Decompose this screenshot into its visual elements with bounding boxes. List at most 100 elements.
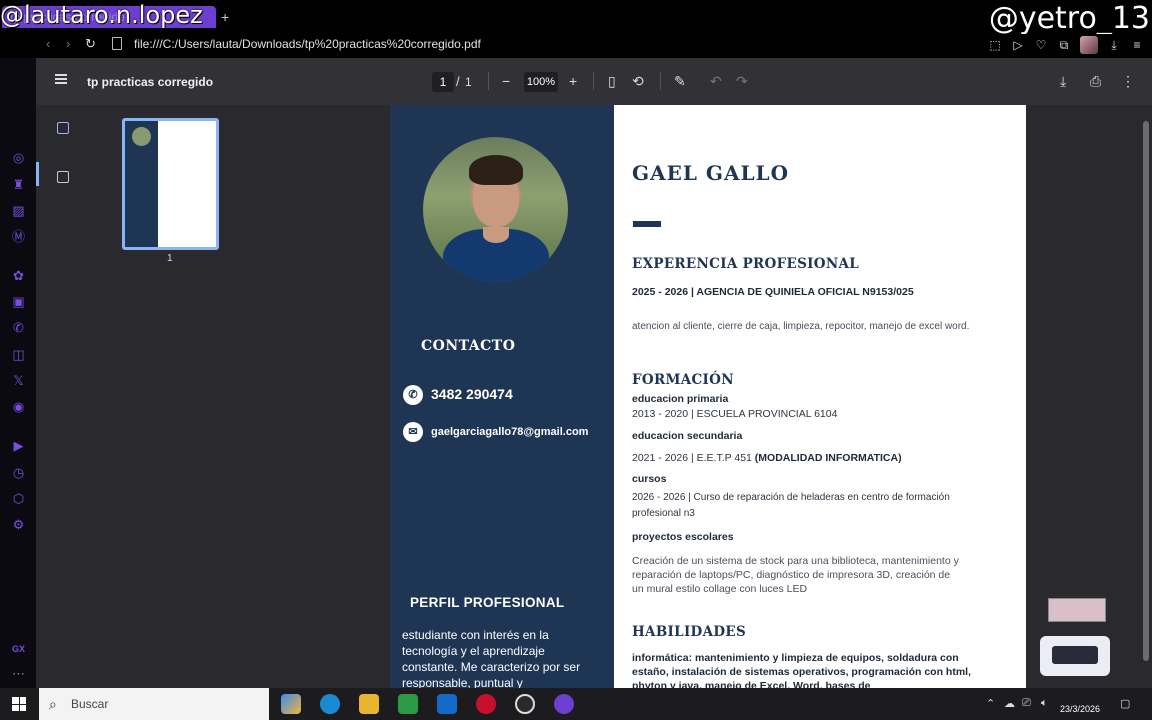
pdf-title: tp practicas corregido — [87, 75, 214, 89]
player-icon[interactable]: ▶ — [11, 438, 26, 453]
instagram-icon[interactable]: ◫ — [11, 347, 26, 362]
chatgpt-icon[interactable]: ✿ — [11, 268, 26, 283]
onedrive-icon[interactable]: ☁ — [1004, 697, 1015, 710]
app-icon[interactable] — [554, 694, 574, 714]
phone-icon: ✆ — [403, 385, 423, 405]
scrollbar[interactable] — [1140, 105, 1152, 688]
proyectos-label: proyectos escolares — [632, 531, 734, 543]
network-icon[interactable]: ⎚ — [1022, 697, 1031, 710]
url-field[interactable]: file:///C:/Users/lauta/Downloads/tp%20pr… — [134, 37, 481, 51]
history-icon[interactable]: ◷ — [11, 465, 26, 480]
thumbnails-icon[interactable] — [57, 122, 69, 134]
gaming-icon[interactable]: ♜ — [11, 177, 26, 192]
search-placeholder: Buscar — [71, 697, 109, 711]
profile-avatar[interactable] — [1080, 36, 1098, 54]
copilot-icon[interactable] — [281, 694, 301, 714]
zoom-out-button[interactable]: − — [502, 73, 510, 89]
twitch-icon[interactable]: ▣ — [11, 294, 26, 309]
photo-hair — [469, 155, 523, 185]
discord-icon[interactable]: ◉ — [11, 399, 26, 414]
gx-control-label[interactable]: GX — [12, 644, 25, 654]
secundaria-label: educacion secundaria — [632, 430, 743, 442]
extensions-side-icon[interactable]: ⬡ — [11, 491, 26, 506]
watermark-left: @lautaro.n.lopez — [0, 1, 203, 29]
stream-sticker — [1034, 596, 1114, 688]
annotate-icon[interactable]: ✎ — [674, 73, 686, 90]
store-icon[interactable] — [398, 694, 418, 714]
aria-icon[interactable]: ◎ — [11, 150, 26, 165]
photo-neck — [483, 227, 509, 243]
back-icon[interactable]: ‹ — [46, 36, 50, 51]
extensions-icon[interactable]: ⧉ — [1057, 38, 1071, 52]
thumb-photo — [132, 127, 151, 146]
browser-toolbar: ⬚ ▷ ♡ ⧉ ⤓ ≡ — [988, 36, 1144, 54]
fit-page-icon[interactable]: ▯ — [608, 73, 616, 90]
formacion-heading: FORMACIÓN — [632, 372, 734, 388]
divider — [660, 72, 661, 90]
proyectos-text: Creación de un sistema de stock para una… — [632, 555, 959, 595]
pdf-viewer: tp practicas corregido 1 / 1 − 100% + ▯ … — [36, 58, 1152, 688]
rotate-icon[interactable]: ⟲ — [632, 73, 644, 90]
job-description: atencion al cliente, cierre de caja, lim… — [632, 321, 970, 332]
pdf-toolbar: tp practicas corregido 1 / 1 − 100% + ▯ … — [36, 58, 1152, 105]
heart-icon[interactable]: ♡ — [1034, 38, 1048, 52]
cv-name: GAEL GALLO — [632, 161, 790, 185]
settings-icon[interactable]: ⚙ — [11, 517, 26, 532]
file-icon — [112, 37, 122, 50]
scroll-thumb[interactable] — [1143, 121, 1149, 661]
zoom-input[interactable]: 100% — [524, 72, 558, 92]
edge-icon[interactable] — [320, 694, 340, 714]
secundaria-modality: (MODALIDAD INFORMATICA) — [754, 452, 902, 464]
page-thumbnail[interactable] — [122, 118, 219, 250]
redo-icon[interactable]: ↷ — [736, 73, 748, 90]
perfil-text: estudiante con interés en la tecnología … — [402, 628, 581, 688]
file-explorer-icon[interactable] — [359, 694, 379, 714]
forward-icon[interactable]: › — [66, 36, 70, 51]
outlook-icon[interactable] — [437, 694, 457, 714]
taskbar: ⌕ Buscar — [0, 688, 1152, 720]
zoom-in-button[interactable]: + — [569, 73, 577, 89]
search-icon: ⌕ — [49, 696, 57, 712]
contact-heading: CONTACTO — [421, 338, 516, 354]
windows-start-icon[interactable] — [12, 697, 26, 711]
job-title: 2025 - 2026 | AGENCIA DE QUINIELA OFICIA… — [632, 286, 914, 298]
sticker-screen — [1052, 646, 1098, 664]
download-pdf-icon[interactable]: ⤓ — [1060, 73, 1066, 90]
reload-icon[interactable]: ↻ — [85, 36, 96, 52]
secundaria-text: 2021 - 2026 | E.E.T.P 451 — [632, 452, 752, 464]
obs-icon[interactable] — [515, 694, 535, 714]
email-address: gaelgarciagallo78@gmail.com — [431, 426, 589, 438]
stripes-icon[interactable]: ▨ — [11, 203, 26, 218]
menu-icon[interactable]: ≡ — [1130, 38, 1144, 52]
download-icon[interactable]: ⤓ — [1107, 38, 1121, 52]
hamburger-icon[interactable] — [55, 74, 67, 84]
print-icon[interactable]: ⎙ — [1090, 73, 1101, 90]
x-icon[interactable]: 𝕏 — [11, 373, 26, 388]
tray-chevron-icon[interactable]: ⌃ — [986, 697, 995, 710]
page-input[interactable]: 1 — [432, 72, 454, 92]
opera-gx-icon[interactable] — [476, 694, 496, 714]
perfil-heading: PERFIL PROFESIONAL — [410, 595, 565, 610]
screen: tp practicas corregido + @lautaro.n.lope… — [0, 0, 1152, 720]
habilidades-text: informática: mantenimiento y limpieza de… — [632, 652, 972, 688]
thumbnail-rail: 1 — [36, 105, 389, 688]
tray-date[interactable]: 23/3/2026 — [1060, 704, 1100, 714]
page-separator: / — [456, 74, 460, 89]
page-total: 1 — [465, 75, 472, 89]
whatsapp-icon[interactable]: ✆ — [11, 320, 26, 335]
undo-icon[interactable]: ↶ — [710, 73, 722, 90]
sticker-top — [1048, 598, 1106, 622]
volume-icon[interactable]: 🔈︎ — [1041, 697, 1048, 710]
more-options-icon[interactable]: ⋮ — [1121, 73, 1135, 90]
name-underline — [633, 221, 661, 227]
primaria-label: educacion primaria — [632, 393, 729, 405]
snapshot-icon[interactable]: ⬚ — [988, 38, 1002, 52]
taskbar-search[interactable]: ⌕ Buscar — [39, 688, 269, 720]
messenger-icon[interactable]: Ⓜ — [11, 229, 26, 244]
secundaria-line: 2021 - 2026 | E.E.T.P 451 (MODALIDAD INF… — [632, 452, 902, 464]
outline-icon[interactable] — [57, 171, 69, 183]
more-icon[interactable]: ⋯ — [11, 666, 26, 681]
new-tab-button[interactable]: + — [221, 9, 229, 25]
notifications-icon[interactable]: ▢ — [1120, 697, 1130, 710]
send-icon[interactable]: ▷ — [1011, 38, 1025, 52]
